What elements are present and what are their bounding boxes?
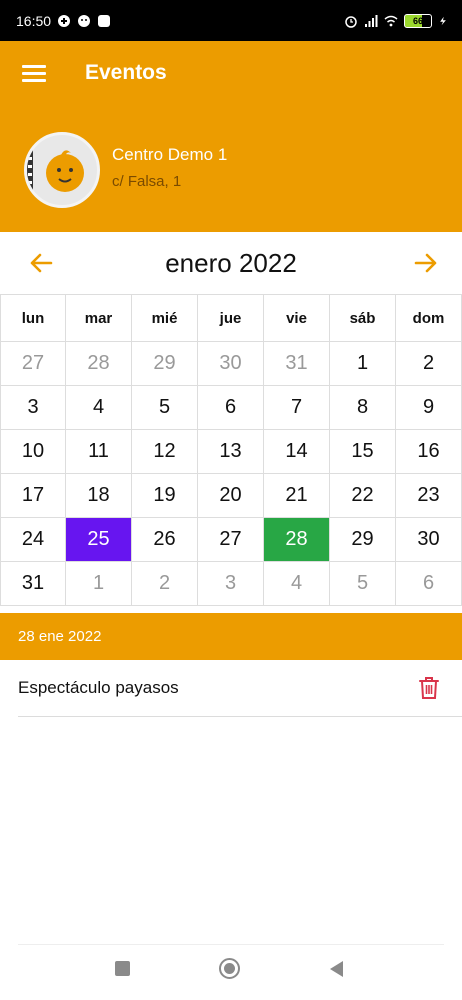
- calendar-day[interactable]: 11: [66, 430, 132, 474]
- selected-date-label: 28 ene 2022: [18, 628, 102, 645]
- center-name: Centro Demo 1: [112, 145, 228, 164]
- calendar-day[interactable]: 8: [330, 386, 396, 430]
- weekday-header: mié: [132, 295, 198, 342]
- battery-icon: 66: [404, 13, 432, 28]
- calendar-day[interactable]: 10: [0, 430, 66, 474]
- month-navigation: enero 2022: [0, 232, 462, 294]
- baby-face-icon: [27, 147, 84, 193]
- calendar-day[interactable]: 18: [66, 474, 132, 518]
- calendar-day-other-month[interactable]: 1: [66, 562, 132, 606]
- calendar-day-other-month[interactable]: 6: [396, 562, 462, 606]
- charging-bolt-icon: [440, 16, 446, 25]
- calendar-day-other-month[interactable]: 3: [198, 562, 264, 606]
- calendar-day[interactable]: 4: [66, 386, 132, 430]
- calendar-day-other-month[interactable]: 29: [132, 342, 198, 386]
- alarm-icon: [345, 15, 357, 28]
- month-label: enero 2022: [165, 248, 297, 278]
- page-title: Eventos: [85, 61, 167, 84]
- event-list-item[interactable]: Espectáculo payasos: [18, 660, 462, 717]
- arrow-right-icon[interactable]: [413, 250, 439, 276]
- calendar-day[interactable]: 6: [198, 386, 264, 430]
- calendar-day[interactable]: 1: [330, 342, 396, 386]
- calendar-day-marked[interactable]: 25: [66, 518, 132, 562]
- calendar-day[interactable]: 29: [330, 518, 396, 562]
- weekday-header: dom: [396, 295, 462, 342]
- weekday-header: mar: [66, 295, 132, 342]
- status-bar-left: 16:50: [16, 13, 111, 29]
- status-bar-right: 66: [344, 13, 448, 28]
- hamburger-menu-icon[interactable]: [22, 65, 46, 83]
- calendar-day[interactable]: 22: [330, 474, 396, 518]
- calendar-day-other-month[interactable]: 5: [330, 562, 396, 606]
- calendar-day-marked[interactable]: 28: [264, 518, 330, 562]
- center-address: c/ Falsa, 1: [112, 173, 182, 190]
- calendar-day[interactable]: 7: [264, 386, 330, 430]
- center-avatar: [24, 132, 100, 208]
- calendar-grid: lun mar mié jue vie sáb dom 27 28 29 30 31 1 2 3 4 5 6 7 8 9…: [0, 294, 462, 606]
- calendar-day[interactable]: 3: [0, 386, 66, 430]
- calendar-day-other-month[interactable]: 4: [264, 562, 330, 606]
- calendar-day[interactable]: 13: [198, 430, 264, 474]
- calendar-day[interactable]: 16: [396, 430, 462, 474]
- recent-apps-icon[interactable]: [115, 961, 130, 976]
- back-icon[interactable]: [330, 961, 343, 977]
- calendar-day-other-month[interactable]: 31: [264, 342, 330, 386]
- system-nav-bar: [0, 945, 462, 1000]
- calendar-day-other-month[interactable]: 2: [132, 562, 198, 606]
- square-notification-icon: [98, 14, 111, 27]
- calendar-day[interactable]: 14: [264, 430, 330, 474]
- baby-face-notification-icon: [78, 14, 91, 27]
- status-bar: 16:50 66: [0, 0, 462, 41]
- calendar-day[interactable]: 5: [132, 386, 198, 430]
- calendar-day[interactable]: 24: [0, 518, 66, 562]
- calendar-day[interactable]: 17: [0, 474, 66, 518]
- calendar-day[interactable]: 30: [396, 518, 462, 562]
- calendar-day-other-month[interactable]: 28: [66, 342, 132, 386]
- calendar-day[interactable]: 2: [396, 342, 462, 386]
- home-icon[interactable]: [219, 958, 240, 979]
- calendar-day[interactable]: 27: [198, 518, 264, 562]
- wifi-icon: [384, 15, 398, 26]
- signal-icon: [365, 14, 378, 27]
- selected-date-bar: 28 ene 2022: [0, 613, 462, 660]
- calendar-day[interactable]: 26: [132, 518, 198, 562]
- calendar-day[interactable]: 9: [396, 386, 462, 430]
- calendar-day[interactable]: 19: [132, 474, 198, 518]
- calendar-day[interactable]: 12: [132, 430, 198, 474]
- calendar-day[interactable]: 15: [330, 430, 396, 474]
- weekday-header: jue: [198, 295, 264, 342]
- weekday-header: vie: [264, 295, 330, 342]
- status-time: 16:50: [16, 12, 52, 29]
- trash-icon[interactable]: [418, 676, 440, 700]
- app-screen: 16:50 66 Eventos Centro Demo 1 c/ Falsa,…: [0, 0, 462, 1000]
- event-name: Espectáculo payasos: [18, 678, 179, 697]
- calendar-day[interactable]: 31: [0, 562, 66, 606]
- calendar-day-other-month[interactable]: 30: [198, 342, 264, 386]
- calendar-day[interactable]: 21: [264, 474, 330, 518]
- app-notification-icon: [58, 14, 71, 27]
- calendar-day[interactable]: 20: [198, 474, 264, 518]
- calendar-day[interactable]: 23: [396, 474, 462, 518]
- calendar-day-other-month[interactable]: 27: [0, 342, 66, 386]
- app-header: Eventos Centro Demo 1 c/ Falsa, 1: [0, 41, 462, 232]
- weekday-header: lun: [0, 295, 66, 342]
- weekday-header: sáb: [330, 295, 396, 342]
